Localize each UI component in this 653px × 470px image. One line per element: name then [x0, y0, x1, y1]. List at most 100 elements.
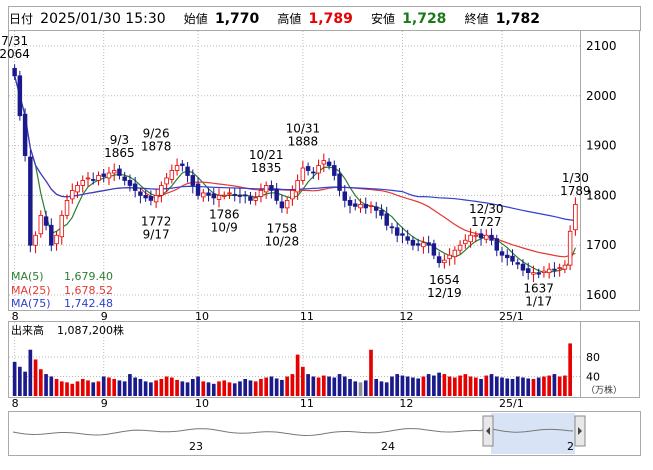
candle-body — [536, 272, 541, 275]
volume-bar — [384, 382, 389, 396]
candle-body — [180, 163, 185, 166]
ma75-label: MA(75) — [11, 297, 51, 310]
volume-bar — [479, 378, 483, 396]
candle-body — [122, 176, 127, 181]
range-scroller[interactable]: 23 24 2 — [8, 411, 641, 456]
candle-body — [148, 196, 154, 201]
month-label: 10 — [195, 397, 209, 410]
candle-body — [410, 239, 416, 246]
volume-bar — [75, 381, 80, 396]
candle-body — [253, 197, 258, 201]
volume-bar — [264, 377, 269, 396]
candle-body — [447, 254, 452, 260]
volume-bar — [526, 378, 531, 396]
candle-body — [400, 233, 405, 236]
volume-bar — [211, 383, 216, 396]
candle-body — [117, 168, 122, 176]
volume-bar — [484, 375, 489, 396]
candle-body — [274, 188, 279, 201]
volume-bar — [59, 381, 64, 396]
candle-body — [85, 177, 91, 180]
volume-bar — [505, 378, 510, 396]
candle-body — [473, 234, 479, 237]
annotation-date: 10/28 — [265, 234, 300, 248]
annotation-date: 12/19 — [427, 286, 462, 300]
volume-bar — [442, 374, 447, 396]
ma25-value: 1,678.52 — [64, 284, 113, 297]
scroller-selection[interactable] — [491, 413, 575, 454]
candle-body — [101, 173, 106, 177]
candle-body — [127, 180, 133, 186]
candle-body — [431, 243, 437, 256]
ma5-label: MA(5) — [11, 270, 44, 283]
month-label: 25/1 — [499, 310, 524, 323]
volume-bar — [379, 381, 384, 396]
candle-body — [64, 199, 70, 216]
volume-bar — [112, 378, 117, 396]
annotation-value: 1878 — [141, 140, 172, 154]
volume-bar — [568, 343, 572, 396]
candle-body — [138, 191, 143, 196]
volume-value: 1,087,200株 — [57, 323, 124, 337]
volume-bar — [253, 381, 258, 396]
volume-bar — [500, 377, 504, 396]
annotation-value: 1727 — [471, 215, 502, 229]
month-label: 12 — [399, 310, 413, 323]
price-tick-label: 2000 — [586, 89, 617, 103]
volume-bar — [248, 380, 253, 396]
scroller-graph: 23 24 2 — [12, 413, 586, 454]
volume-bar — [159, 378, 164, 396]
candle-body — [216, 195, 222, 200]
volume-bar — [374, 378, 379, 396]
price-annotations: 7/312064 9/31865 9/261878 10/211835 10/31188… — [0, 34, 591, 309]
month-label: 10 — [195, 310, 209, 323]
volume-bar — [515, 376, 520, 396]
candle-body — [468, 234, 473, 243]
candle-body — [531, 272, 536, 275]
price-tick-label: 1800 — [586, 188, 617, 202]
volume-bar — [138, 378, 143, 396]
annotation-date: 9/3 — [110, 133, 129, 147]
candle-body — [541, 270, 547, 274]
volume-bar — [353, 381, 358, 396]
volume-bar — [206, 382, 211, 396]
candle-body — [353, 203, 358, 207]
annotation-date: 1/30 — [562, 171, 589, 185]
candle-body — [206, 192, 211, 196]
price-axis-ticks: 1600 1700 1800 1900 2000 2100 — [586, 39, 617, 302]
candle-body — [505, 254, 510, 259]
candle-body — [195, 183, 201, 196]
volume-bar — [185, 382, 190, 396]
scroller-right-handle[interactable] — [574, 415, 586, 447]
volume-bar — [421, 376, 426, 396]
volume-bar — [327, 376, 331, 396]
candle-body — [363, 203, 368, 209]
volume-bar — [238, 381, 242, 396]
candle-body — [49, 224, 54, 246]
annotation-date: 7/31 — [1, 34, 28, 48]
scroller-left-handle[interactable] — [482, 415, 494, 447]
volume-bar — [405, 376, 410, 396]
annotation-value: 1758 — [267, 221, 298, 235]
volume-bar — [332, 377, 337, 396]
volume-bar — [12, 361, 17, 396]
volume-bar — [400, 375, 405, 396]
candle-body — [43, 216, 49, 226]
volume-unit: （万株） — [586, 384, 622, 396]
month-label: 9 — [101, 397, 108, 410]
volume-bar — [494, 376, 499, 396]
candle-body — [70, 190, 75, 200]
candle-body — [384, 213, 389, 226]
volume-bar — [463, 374, 468, 396]
annotation-date: 9/26 — [143, 127, 170, 141]
candle-body — [337, 173, 342, 191]
candle-body — [295, 180, 300, 193]
candle-body — [248, 196, 253, 201]
volume-bar — [33, 359, 38, 396]
volume-bar — [44, 374, 48, 396]
scroller-label: 24 — [381, 440, 395, 453]
volume-bars — [12, 343, 572, 396]
candle-body — [368, 204, 374, 207]
volume-bar — [227, 382, 232, 396]
scroller-label: 2 — [567, 440, 574, 453]
